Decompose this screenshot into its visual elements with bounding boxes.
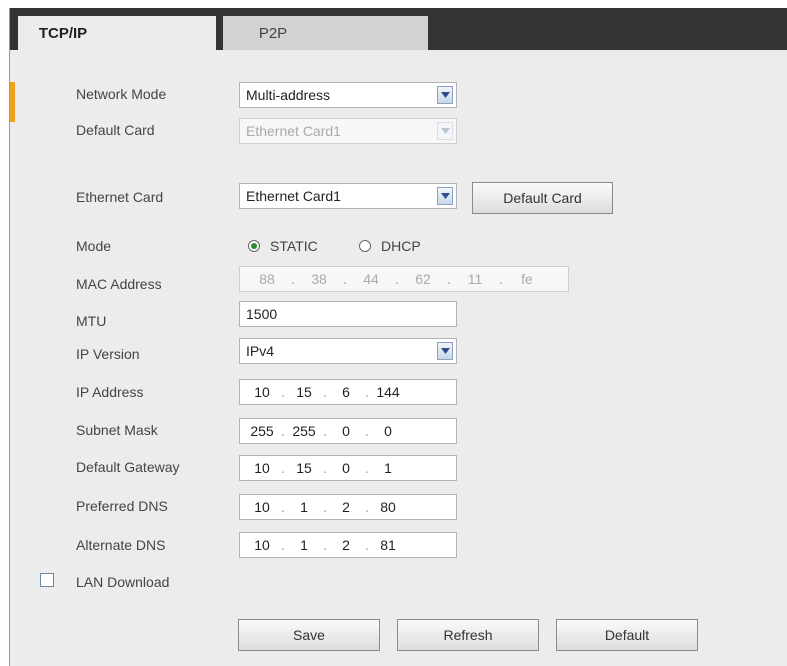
- ip-octet[interactable]: 2: [330, 499, 362, 515]
- mac-octet: 11: [467, 271, 483, 287]
- mtu-label: MTU: [76, 313, 107, 329]
- radio-selected-icon[interactable]: [248, 240, 260, 252]
- ip-octet[interactable]: 10: [246, 537, 278, 553]
- preferred-dns-label: Preferred DNS: [76, 498, 168, 514]
- separator: .: [365, 423, 369, 439]
- default-card-value: Ethernet Card1: [246, 123, 341, 139]
- ethernet-card-label: Ethernet Card: [76, 189, 164, 205]
- ethernet-card-select[interactable]: Ethernet Card1: [239, 183, 457, 209]
- mac-address-label: MAC Address: [76, 276, 162, 292]
- mac-octet: 38: [311, 271, 327, 287]
- separator: .: [323, 423, 327, 439]
- ip-octet[interactable]: 0: [330, 423, 362, 439]
- chevron-down-icon[interactable]: [437, 342, 453, 360]
- mac-octet: 62: [415, 271, 431, 287]
- radio-static[interactable]: STATIC: [248, 238, 318, 254]
- ethernet-card-value: Ethernet Card1: [246, 188, 341, 204]
- chevron-down-icon: [437, 122, 453, 140]
- ip-address-label: IP Address: [76, 384, 144, 400]
- alternate-dns-field[interactable]: 10. 1. 2. 81: [239, 532, 457, 558]
- chevron-down-icon[interactable]: [437, 86, 453, 104]
- tab-p2p-label: P2P: [258, 24, 288, 42]
- separator: .: [281, 537, 285, 553]
- ip-version-label: IP Version: [76, 346, 140, 362]
- refresh-button[interactable]: Refresh: [397, 619, 539, 651]
- separator: .: [281, 460, 285, 476]
- mac-octet: 88: [259, 271, 275, 287]
- separator: .: [447, 271, 451, 287]
- lan-download-label: LAN Download: [76, 574, 170, 590]
- mtu-value: 1500: [246, 306, 278, 322]
- radio-static-label: STATIC: [270, 238, 318, 254]
- separator: .: [281, 423, 285, 439]
- ip-octet[interactable]: 15: [288, 384, 320, 400]
- tab-p2p[interactable]: P2P: [223, 16, 428, 50]
- ip-octet[interactable]: 0: [372, 423, 404, 439]
- mac-octet: fe: [521, 271, 533, 287]
- ip-octet[interactable]: 2: [330, 537, 362, 553]
- separator: .: [323, 499, 327, 515]
- separator: .: [499, 271, 503, 287]
- separator: .: [281, 384, 285, 400]
- separator: .: [365, 499, 369, 515]
- ip-octet[interactable]: 144: [372, 384, 404, 400]
- separator: .: [365, 384, 369, 400]
- ip-octet[interactable]: 255: [246, 423, 278, 439]
- default-card-label: Default Card: [76, 122, 155, 138]
- radio-unselected-icon[interactable]: [359, 240, 371, 252]
- separator: .: [291, 271, 295, 287]
- ip-octet[interactable]: 255: [288, 423, 320, 439]
- default-card-select: Ethernet Card1: [239, 118, 457, 144]
- default-gateway-label: Default Gateway: [76, 459, 180, 475]
- lan-download-checkbox[interactable]: [40, 573, 54, 587]
- side-accent-marker: [10, 82, 15, 122]
- tab-tcpip-label: TCP/IP: [38, 24, 88, 42]
- mtu-input[interactable]: 1500: [239, 301, 457, 327]
- ip-octet[interactable]: 81: [372, 537, 404, 553]
- network-settings-panel: TCP/IP P2P Network Mode Multi-address De…: [9, 8, 787, 666]
- subnet-mask-label: Subnet Mask: [76, 422, 158, 438]
- separator: .: [365, 460, 369, 476]
- tab-bar: TCP/IP P2P: [10, 8, 787, 50]
- mode-label: Mode: [76, 238, 112, 254]
- separator: .: [323, 537, 327, 553]
- separator: .: [323, 384, 327, 400]
- separator: .: [395, 271, 399, 287]
- network-mode-value: Multi-address: [246, 87, 331, 103]
- default-card-button[interactable]: Default Card: [472, 182, 613, 214]
- radio-dhcp-label: DHCP: [381, 238, 421, 254]
- default-gateway-field[interactable]: 10. 15. 0. 1: [239, 455, 457, 481]
- ip-octet[interactable]: 15: [288, 460, 320, 476]
- mac-address-field: 88. 38. 44. 62. 11. fe: [239, 266, 569, 292]
- subnet-mask-field[interactable]: 255. 255. 0. 0: [239, 418, 457, 444]
- ip-version-select[interactable]: IPv4: [239, 338, 457, 364]
- mac-octet: 44: [363, 271, 379, 287]
- separator: .: [365, 537, 369, 553]
- preferred-dns-field[interactable]: 10. 1. 2. 80: [239, 494, 457, 520]
- chevron-down-icon[interactable]: [437, 187, 453, 205]
- separator: .: [343, 271, 347, 287]
- alternate-dns-label: Alternate DNS: [76, 537, 166, 553]
- ip-octet[interactable]: 80: [372, 499, 404, 515]
- separator: .: [281, 499, 285, 515]
- tab-tcpip[interactable]: TCP/IP: [18, 16, 216, 50]
- separator: .: [323, 460, 327, 476]
- ip-octet[interactable]: 1: [288, 537, 320, 553]
- default-button[interactable]: Default: [556, 619, 698, 651]
- ip-octet[interactable]: 10: [246, 499, 278, 515]
- ip-octet[interactable]: 0: [330, 460, 362, 476]
- ip-octet[interactable]: 1: [372, 460, 404, 476]
- network-mode-label: Network Mode: [76, 86, 167, 102]
- ip-address-field[interactable]: 10. 15. 6. 144: [239, 379, 457, 405]
- ip-octet[interactable]: 10: [246, 384, 278, 400]
- save-button[interactable]: Save: [238, 619, 380, 651]
- network-mode-select[interactable]: Multi-address: [239, 82, 457, 108]
- ip-octet[interactable]: 6: [330, 384, 362, 400]
- ip-version-value: IPv4: [246, 343, 275, 359]
- ip-octet[interactable]: 1: [288, 499, 320, 515]
- ip-octet[interactable]: 10: [246, 460, 278, 476]
- radio-dhcp[interactable]: DHCP: [359, 238, 421, 254]
